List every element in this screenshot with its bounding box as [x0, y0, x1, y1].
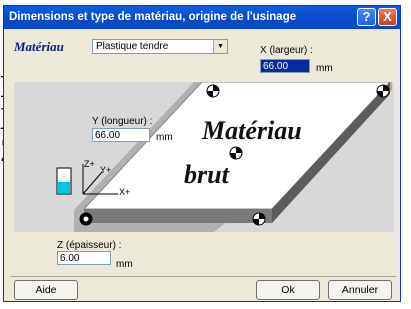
y-length-input[interactable]: 66.00 — [92, 128, 150, 142]
axis-y-label: Y+ — [100, 165, 111, 175]
x-width-input[interactable]: 66.00 — [260, 59, 310, 73]
y-length-label: Y (longueur) : — [92, 116, 153, 127]
origin-bottom-left-selected[interactable] — [79, 212, 93, 226]
origin-center[interactable] — [229, 146, 243, 160]
axis-x-label: X+ — [119, 187, 130, 197]
origin-top-left[interactable] — [206, 84, 220, 98]
material-caption-line1: Matériau — [202, 116, 302, 145]
help-icon[interactable]: ? — [357, 8, 376, 26]
origin-top-right[interactable] — [376, 84, 390, 98]
close-icon[interactable]: X — [378, 8, 397, 26]
material-drawing: Z+ Y+ X+ Matériau brut — [14, 82, 394, 232]
z-thickness-input[interactable]: 6.00 — [57, 251, 111, 265]
x-width-unit: mm — [316, 63, 333, 74]
title-bar[interactable]: Dimensions et type de matériau, origine … — [4, 6, 400, 29]
thickness-fill — [58, 182, 70, 193]
window-title: Dimensions et type de matériau, origine … — [9, 11, 297, 23]
z-thickness-label: Z (épaisseur) : — [57, 240, 122, 251]
y-length-unit: mm — [156, 132, 173, 143]
cancel-button[interactable]: Annuler — [328, 280, 392, 300]
divider — [10, 276, 396, 277]
dialog-window: Dimensions et type de matériau, origine … — [3, 5, 401, 302]
axis-z-label: Z+ — [84, 159, 95, 169]
origin-bottom-right[interactable] — [252, 212, 266, 226]
chevron-down-icon[interactable]: ▼ — [213, 40, 227, 53]
x-width-label: X (largeur) : — [260, 45, 313, 56]
help-button[interactable]: Aide — [14, 280, 78, 300]
material-selected: Plastique tendre — [96, 41, 169, 52]
material-caption-line2: brut — [184, 160, 229, 189]
material-label: Matériau — [14, 39, 64, 54]
material-dropdown[interactable]: Plastique tendre ▼ — [92, 39, 228, 54]
ok-button[interactable]: Ok — [256, 280, 320, 300]
z-thickness-unit: mm — [116, 259, 133, 270]
